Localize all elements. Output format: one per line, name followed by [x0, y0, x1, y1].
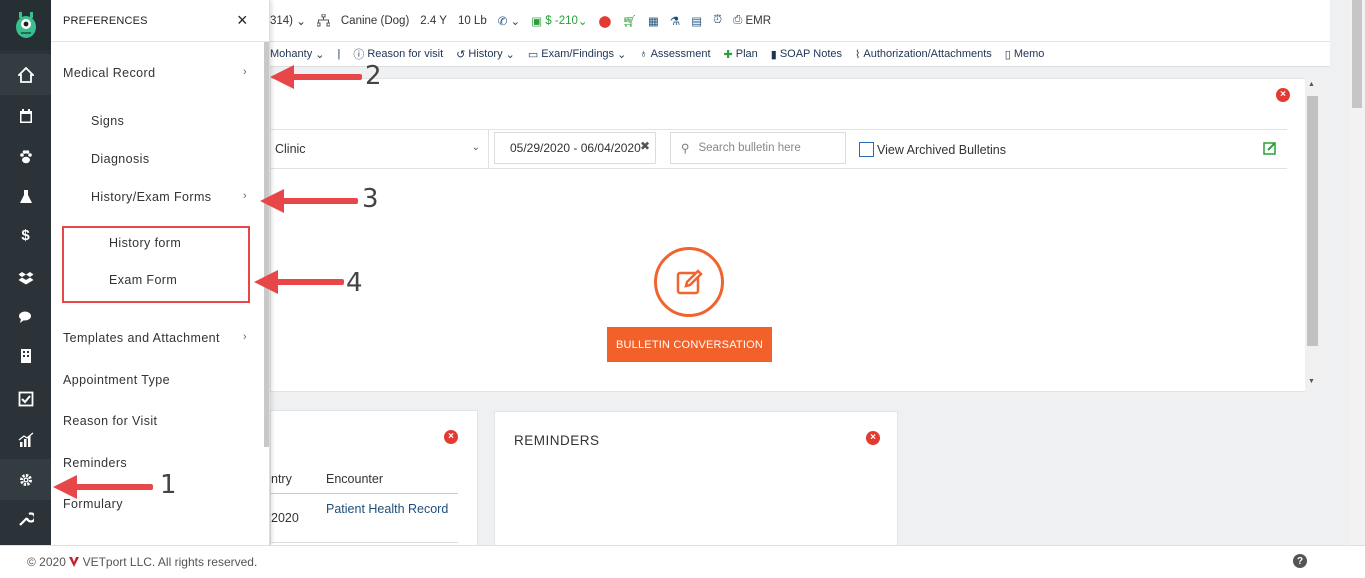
annotation-number-4: 4	[346, 268, 363, 298]
annotation-number-2: 2	[365, 61, 382, 91]
annotation-number-1: 1	[160, 470, 177, 500]
annotation-number-3: 3	[362, 184, 379, 214]
annotation-arrows	[53, 65, 362, 499]
